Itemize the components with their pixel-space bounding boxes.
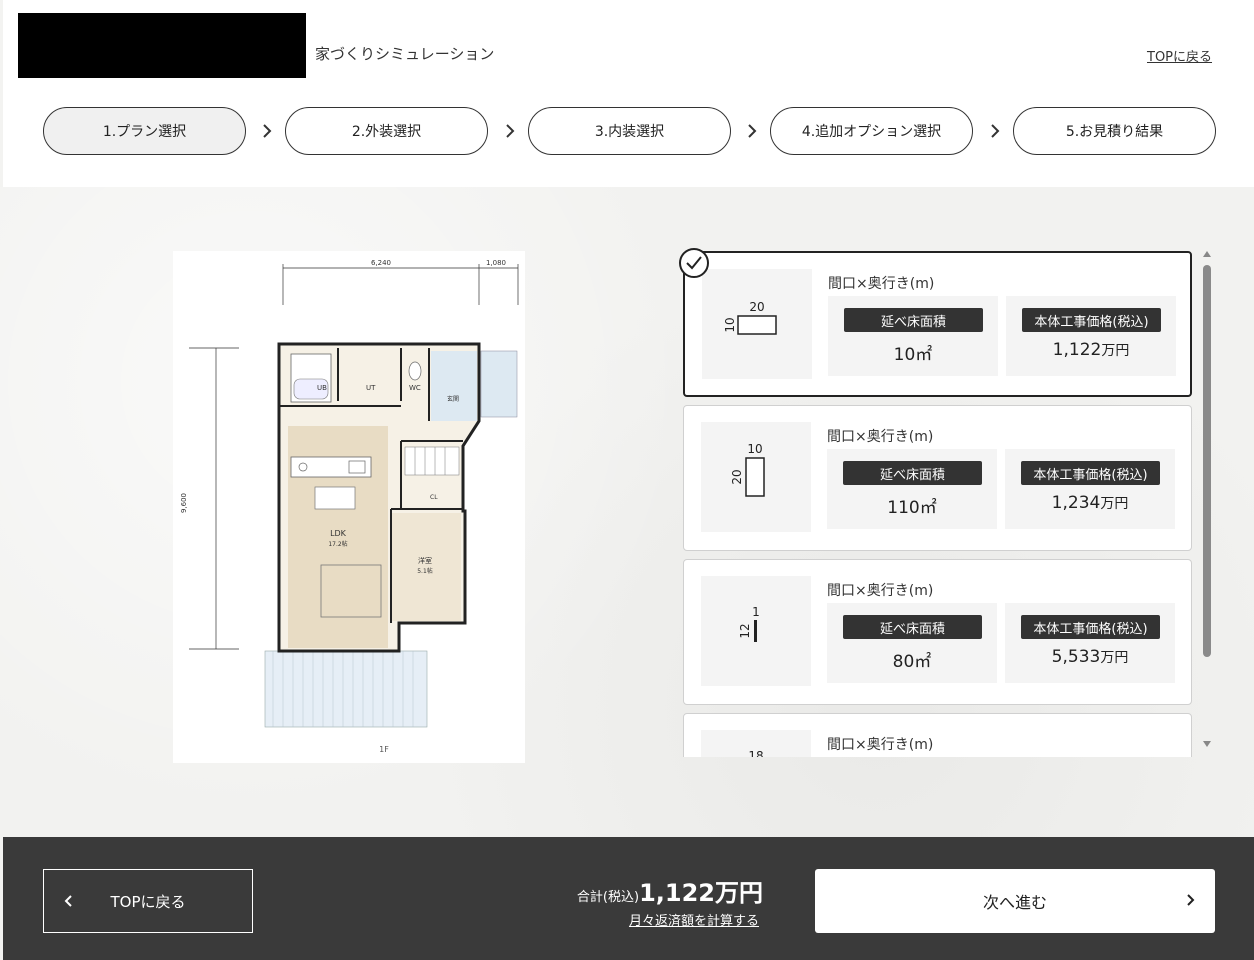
top-link[interactable]: TOPに戻る [1147,46,1212,65]
total-value: 1,122万円 [639,879,763,907]
plan-list-scrollbar[interactable] [1198,247,1216,757]
loan-calc-link[interactable]: 月々返済額を計算する [563,910,759,929]
dim-top-2: 1,080 [486,259,506,267]
plan-list: 20 10 間口×奥行き(m) 延べ床面積 10㎡ 本体工事価格(税込) 1,1… [676,247,1198,757]
chevron-right-icon [1187,894,1195,906]
chevron-left-icon [64,895,72,907]
main-area: 6,240 1,080 9,600 UB UT WC 玄関 CL LDK 17.… [0,187,1254,837]
frontage-value: 20 [749,300,764,314]
plan-card[interactable]: 20 10 間口×奥行き(m) 延べ床面積 10㎡ 本体工事価格(税込) 1,1… [683,251,1192,397]
floor-label: 1F [379,745,389,754]
step-options[interactable]: 4.追加オプション選択 [770,107,973,155]
chevron-right-icon [263,124,272,138]
floor-area-box: 延べ床面積 80㎡ [827,603,997,683]
frontage-value: 18 [748,749,763,757]
room-label-ldk: LDK [330,529,347,538]
room-label-wc: WC [409,384,421,392]
chevron-right-icon [506,124,515,138]
room-label-entrance: 玄関 [447,395,459,403]
step-plan[interactable]: 1.プラン選択 [43,107,246,155]
floorplan-drawing: 6,240 1,080 9,600 UB UT WC 玄関 CL LDK 17.… [180,259,519,754]
plan-card[interactable]: 10 20 間口×奥行き(m) 延べ床面積 110㎡ 本体工事価格(税込) 1,… [683,405,1192,551]
plan-shape-thumbnail: 20 10 [702,269,812,379]
selected-check-icon [679,248,709,278]
floor-area-value: 80㎡ [892,652,932,672]
floor-area-label: 延べ床面積 [843,615,982,639]
plan-card[interactable]: 1 12 間口×奥行き(m) 延べ床面積 80㎡ 本体工事価格(税込) 5,53… [683,559,1192,705]
floor-area-label: 延べ床面積 [844,308,983,332]
floor-area-box: 延べ床面積 10㎡ [828,296,998,376]
floor-area-value: 110㎡ [887,498,937,518]
step-navigation: 1.プラン選択 2.外装選択 3.内装選択 4.追加オプション選択 5.お見積り… [43,107,1216,155]
floor-area-box: 延べ床面積 110㎡ [827,449,997,529]
chevron-right-icon [991,124,1000,138]
price-box: 本体工事価格(税込) 1,122万円 [1006,296,1176,376]
price-label: 本体工事価格(税込) [1021,461,1160,485]
price-label: 本体工事価格(税込) [1022,308,1161,332]
price-box: 本体工事価格(税込) 5,533万円 [1005,603,1175,683]
depth-value: 12 [738,623,752,638]
frontage-value: 10 [747,442,762,456]
room-label-ub: UB [317,384,327,392]
header: 家づくりシミュレーション TOPに戻る 1.プラン選択 2.外装選択 3.内装選… [3,0,1254,187]
room-label-ut: UT [366,384,376,392]
floorplan-image: 6,240 1,080 9,600 UB UT WC 玄関 CL LDK 17.… [173,251,525,763]
dimension-label: 間口×奥行き(m) [827,583,934,599]
back-to-top-button[interactable]: TOPに戻る [43,869,253,933]
price-box: 本体工事価格(税込) 1,234万円 [1005,449,1175,529]
next-button[interactable]: 次へ進む [815,869,1215,933]
dimension-label: 間口×奥行き(m) [828,276,935,292]
price-label: 本体工事価格(税込) [1021,615,1160,639]
price-value: 1,234万円 [1051,493,1129,513]
plan-shape-thumbnail: 1 12 [701,576,811,686]
chevron-right-icon [748,124,757,138]
dimension-label: 間口×奥行き(m) [827,429,934,445]
room-label-cl: CL [430,494,438,501]
room-label-western: 洋室 [418,556,432,565]
step-interior[interactable]: 3.内装選択 [528,107,731,155]
dimension-label: 間口×奥行き(m) [827,737,934,753]
next-button-label: 次へ進む [982,893,1047,912]
footer-bar: TOPに戻る 合計(税込)1,122万円 月々返済額を計算する 次へ進む [3,837,1254,960]
room-label-ldk-size: 17.2帖 [328,540,347,548]
scroll-up-icon[interactable] [1203,251,1211,257]
price-value: 5,533万円 [1051,647,1129,667]
depth-value: 20 [730,469,744,484]
total-price: 合計(税込)1,122万円 [563,873,763,908]
floor-area-value: 10㎡ [893,345,933,365]
scroll-down-icon[interactable] [1203,741,1211,747]
scroll-thumb[interactable] [1203,265,1211,657]
back-button-label: TOPに戻る [110,892,186,911]
logo [18,13,306,78]
app-title: 家づくりシミュレーション [315,45,495,63]
plan-card[interactable]: 18 間口×奥行き(m) [683,713,1192,757]
plan-shape-thumbnail: 18 [701,730,811,757]
total-label: 合計(税込) [576,890,640,905]
step-exterior[interactable]: 2.外装選択 [285,107,488,155]
room-label-western-size: 5.1帖 [417,567,433,575]
price-value: 1,122万円 [1052,340,1130,360]
frontage-value: 1 [752,605,760,619]
depth-value: 10 [723,317,737,332]
dim-top-1: 6,240 [371,259,391,267]
dim-left: 9,600 [180,493,188,513]
plan-shape-thumbnail: 10 20 [701,422,811,532]
floor-area-label: 延べ床面積 [843,461,982,485]
step-estimate[interactable]: 5.お見積り結果 [1013,107,1216,155]
